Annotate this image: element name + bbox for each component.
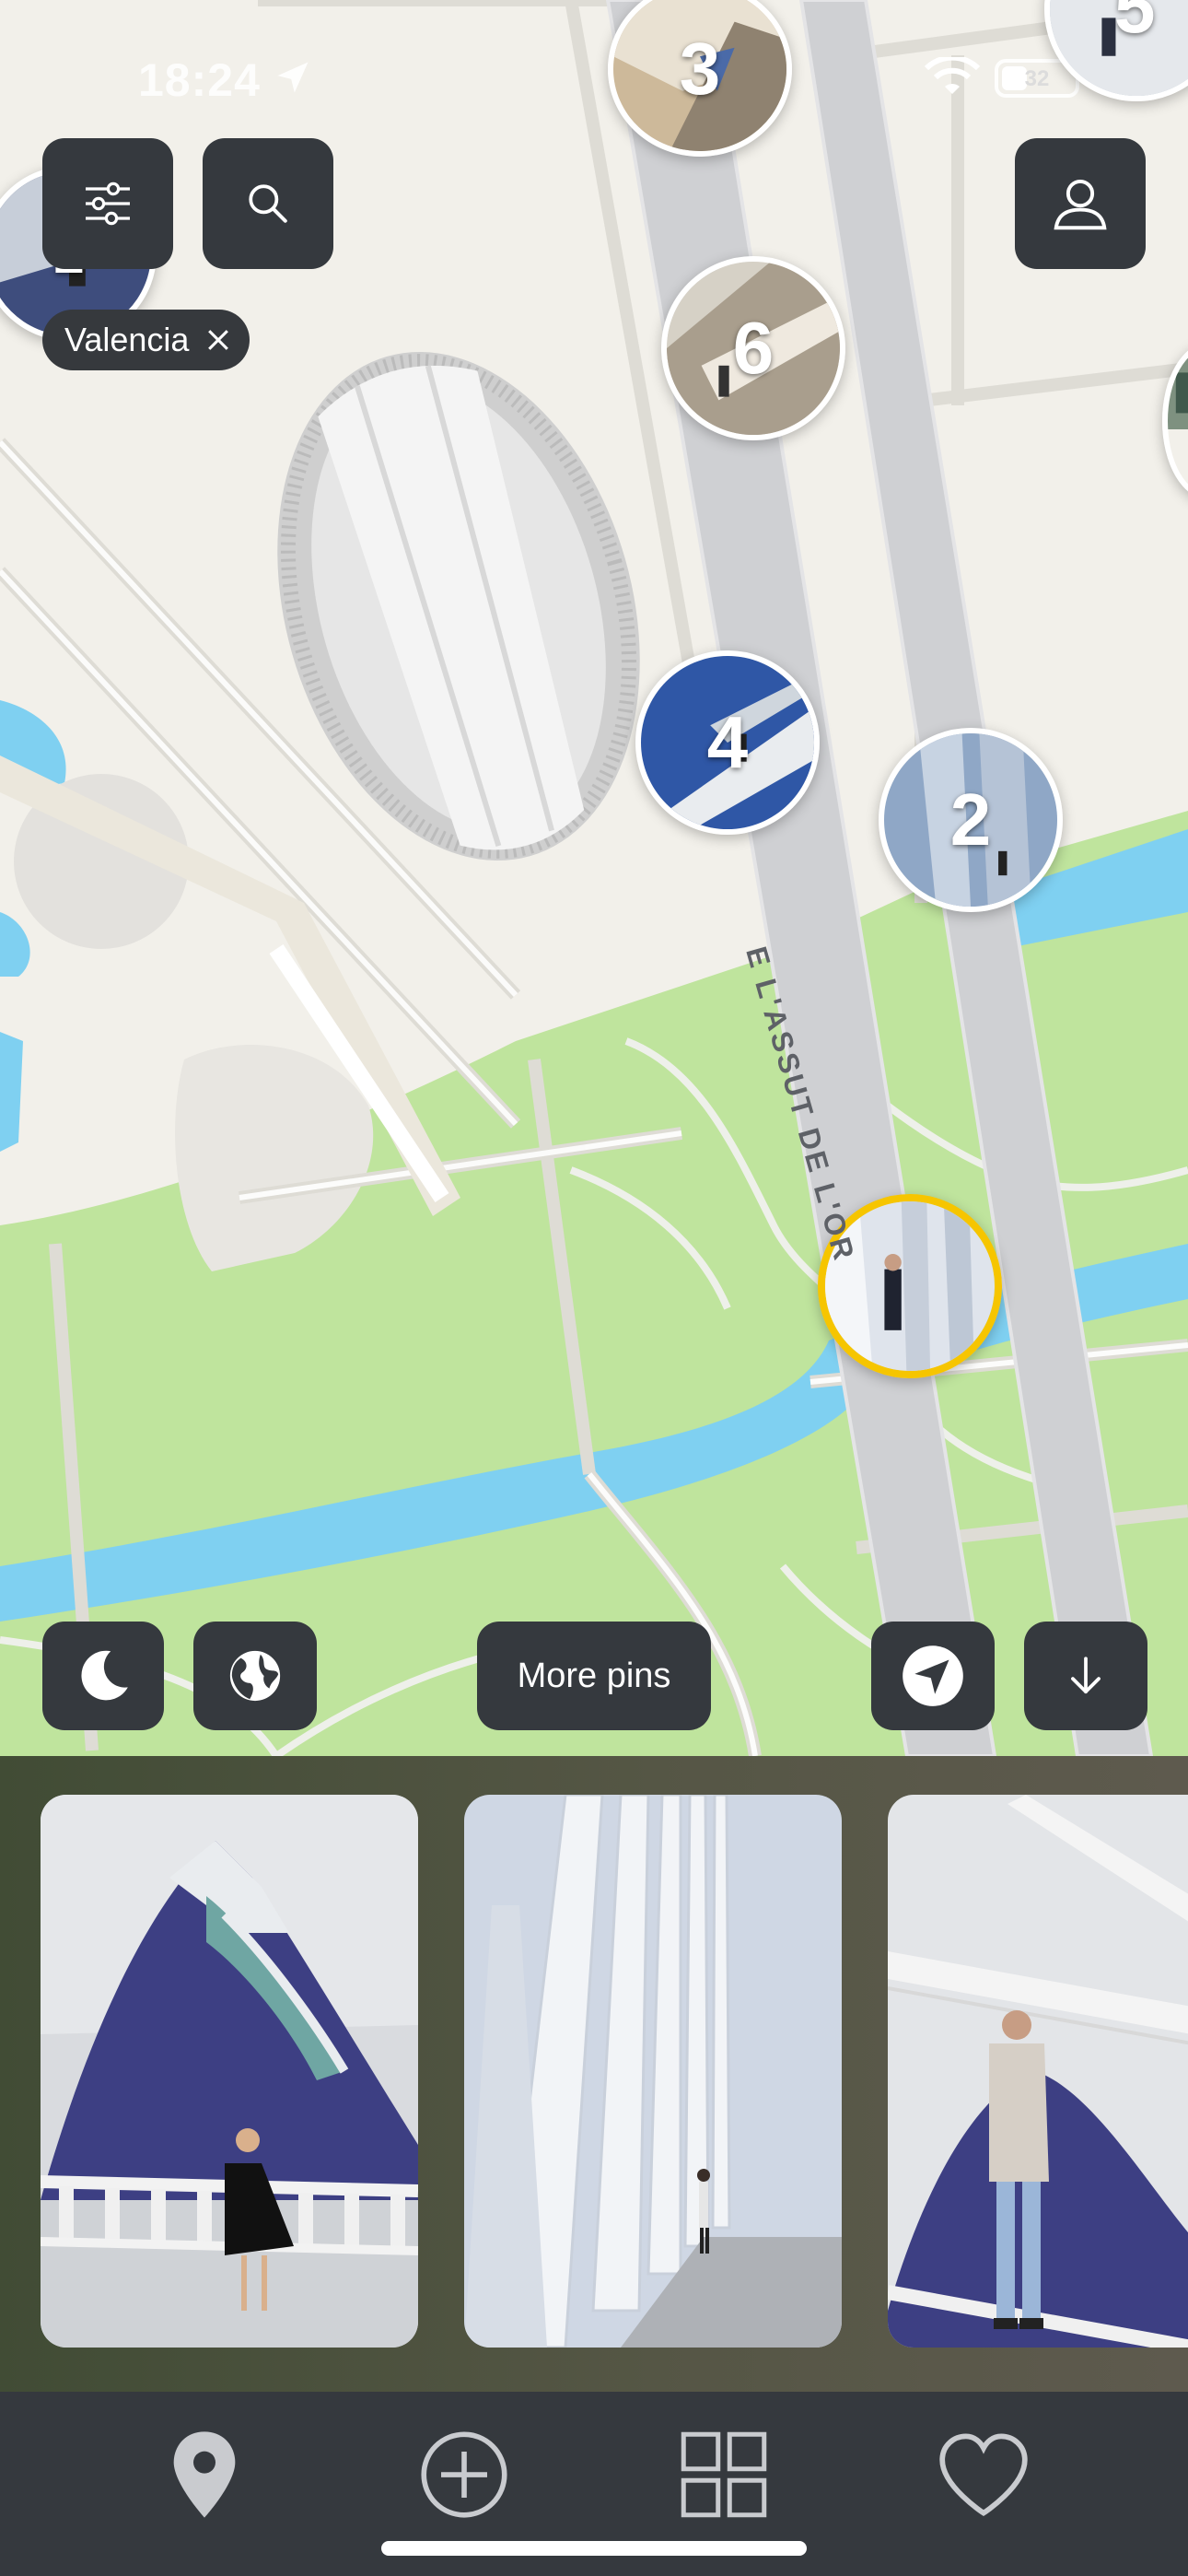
photo-card[interactable] (888, 1795, 1188, 2348)
moon-icon (81, 1650, 128, 1701)
tab-add[interactable] (409, 2419, 519, 2530)
tab-gallery[interactable] (669, 2419, 779, 2530)
user-icon (1054, 179, 1107, 230)
sliders-icon (86, 181, 130, 226)
grid-icon (681, 2431, 767, 2518)
locate-me-button[interactable] (871, 1622, 995, 1730)
pin-photo (1168, 348, 1188, 429)
pin-count: 2 (949, 779, 992, 861)
map-pin-icon (173, 2431, 236, 2518)
map-pin-cluster[interactable]: 6 (661, 256, 845, 440)
add-circle-icon (421, 2431, 507, 2518)
pin-count: 5 (1114, 0, 1156, 48)
collapse-button[interactable] (1024, 1622, 1147, 1730)
tab-map[interactable] (149, 2419, 260, 2530)
search-button[interactable] (203, 138, 333, 269)
pin-count: 6 (732, 307, 775, 389)
close-icon[interactable] (205, 327, 231, 353)
location-arrow-icon (903, 1645, 963, 1706)
status-bar: 18:24 32 (0, 0, 1188, 138)
app-screen: 18:24 32 3 6 4 2 5 E L'ASSUT DE L'OR Val… (0, 0, 1188, 2576)
home-indicator[interactable] (381, 2541, 807, 2556)
map-pin-cluster[interactable]: 4 (635, 650, 820, 835)
photo-strip[interactable] (0, 1756, 1188, 2392)
heart-icon (939, 2433, 1028, 2517)
filter-button[interactable] (42, 138, 173, 269)
more-pins-button[interactable]: More pins (477, 1622, 711, 1730)
photo-card[interactable] (41, 1795, 418, 2348)
photo-card[interactable] (464, 1795, 842, 2348)
map-view[interactable]: 18:24 32 3 6 4 2 5 E L'ASSUT DE L'OR Val… (0, 0, 1188, 1756)
dark-mode-button[interactable] (42, 1622, 164, 1730)
photo-man-bridge (888, 1795, 1188, 2348)
globe-button[interactable] (193, 1622, 317, 1730)
location-arrow-icon (277, 62, 309, 93)
photo-bridge-pillars (464, 1795, 842, 2348)
status-time: 18:24 (138, 54, 261, 106)
arrow-down-icon (1071, 1657, 1101, 1694)
tab-favorites[interactable] (928, 2419, 1039, 2530)
search-icon (249, 184, 287, 223)
pin-count: 4 (706, 701, 749, 783)
globe-icon (229, 1650, 281, 1702)
map-pin-cluster[interactable]: 3 (608, 0, 792, 157)
map-pin-cluster[interactable]: 2 (879, 728, 1063, 912)
map-pin-cluster[interactable]: 5 (1044, 0, 1188, 101)
city-filter-label: Valencia (64, 321, 190, 358)
profile-button[interactable] (1015, 138, 1146, 269)
photo-agora-dress (41, 1795, 418, 2348)
pin-count: 3 (679, 28, 721, 110)
city-filter-chip[interactable]: Valencia (42, 310, 250, 370)
wifi-icon (925, 57, 980, 94)
